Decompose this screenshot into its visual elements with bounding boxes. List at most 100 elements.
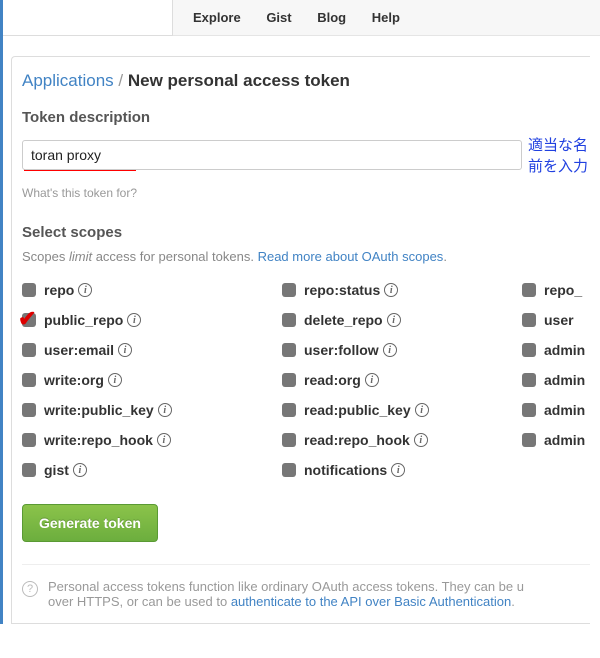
token-description-label: Token description (22, 109, 590, 126)
checkbox-col3[interactable] (522, 343, 536, 357)
checkbox-write-org[interactable] (22, 373, 36, 387)
token-description-hint: What's this token for? (22, 186, 590, 200)
select-scopes-label: Select scopes (22, 224, 590, 241)
checkbox-read-org[interactable] (282, 373, 296, 387)
scope-read-repo-hook: read:repo_hook i (282, 432, 522, 448)
info-icon[interactable]: i (414, 433, 428, 447)
scope-label: user:follow (304, 342, 379, 358)
footnote: ? Personal access tokens function like o… (22, 564, 590, 609)
oauth-scopes-link[interactable]: Read more about OAuth scopes (258, 249, 444, 264)
checkbox-user-email[interactable] (22, 343, 36, 357)
scope-label: user (544, 312, 574, 328)
token-description-input[interactable] (22, 140, 522, 170)
checkbox-col3[interactable] (522, 313, 536, 327)
info-icon[interactable]: i (391, 463, 405, 477)
annotation-note: 適当な名前を入力 (528, 134, 590, 176)
generate-token-button[interactable]: Generate token (22, 504, 158, 542)
checkbox-col3[interactable] (522, 433, 536, 447)
scopes-dot: . (443, 249, 447, 264)
scope-label: read:public_key (304, 402, 411, 418)
question-icon: ? (22, 581, 38, 597)
scope-label: repo:status (304, 282, 380, 298)
scope-repo-col3: repo_ (522, 282, 600, 298)
scope-label: admin (544, 432, 585, 448)
scope-label: delete_repo (304, 312, 383, 328)
scope-user-col3: user (522, 312, 600, 328)
info-icon[interactable]: i (383, 343, 397, 357)
info-icon[interactable]: i (415, 403, 429, 417)
footnote-text: over HTTPS, or can be used to (48, 594, 231, 609)
scope-write-public-key: write:public_key i (22, 402, 282, 418)
checkbox-notifications[interactable] (282, 463, 296, 477)
primary-nav: Explore Gist Blog Help (193, 10, 422, 25)
scopes-description: Scopes limit access for personal tokens.… (22, 249, 590, 264)
basic-auth-link[interactable]: authenticate to the API over Basic Authe… (231, 594, 511, 609)
checkbox-col3[interactable] (522, 373, 536, 387)
scope-label: write:public_key (44, 402, 154, 418)
info-icon[interactable]: i (78, 283, 92, 297)
checkbox-repo[interactable] (22, 283, 36, 297)
checkbox-col3[interactable] (522, 403, 536, 417)
scope-label: admin (544, 372, 585, 388)
breadcrumb-parent[interactable]: Applications (22, 71, 114, 90)
info-icon[interactable]: i (384, 283, 398, 297)
scope-admin-col3: admin (522, 372, 600, 388)
info-icon[interactable]: i (73, 463, 87, 477)
checkbox-write-repo-hook[interactable] (22, 433, 36, 447)
info-icon[interactable]: i (118, 343, 132, 357)
scope-label: write:repo_hook (44, 432, 153, 448)
checkbox-read-public-key[interactable] (282, 403, 296, 417)
info-icon[interactable]: i (127, 313, 141, 327)
scope-label: read:org (304, 372, 361, 388)
scope-label: repo_ (544, 282, 582, 298)
checkbox-public-repo[interactable] (22, 313, 36, 327)
scopes-desc-em: limit (69, 249, 92, 264)
scope-public-repo: ✔public_repoi (22, 312, 282, 328)
scope-delete-repo: delete_repo i (282, 312, 522, 328)
scope-write-org: write:orgi (22, 372, 282, 388)
scope-label: user:email (44, 342, 114, 358)
info-icon[interactable]: i (108, 373, 122, 387)
breadcrumb: Applications / New personal access token (22, 71, 590, 91)
scope-label: gist (44, 462, 69, 478)
scopes-desc-pre: Scopes (22, 249, 69, 264)
page-title: New personal access token (128, 71, 350, 90)
scope-repo-status: repo:status i (282, 282, 522, 298)
breadcrumb-sep: / (118, 71, 123, 90)
scope-repo: repoi (22, 282, 282, 298)
nav-help[interactable]: Help (372, 10, 400, 25)
nav-gist[interactable]: Gist (266, 10, 291, 25)
main-panel: Applications / New personal access token… (11, 56, 590, 624)
checkbox-repo-status[interactable] (282, 283, 296, 297)
scope-admin-col3: admin (522, 432, 600, 448)
scope-admin-col3: admin (522, 342, 600, 358)
scope-user-email: user:email i (22, 342, 282, 358)
top-bar: Explore Gist Blog Help (3, 0, 600, 36)
nav-explore[interactable]: Explore (193, 10, 241, 25)
info-icon[interactable]: i (158, 403, 172, 417)
checkbox-write-public-key[interactable] (22, 403, 36, 417)
footnote-text: Personal access tokens function like ord… (48, 579, 524, 594)
scope-label: public_repo (44, 312, 123, 328)
scopes-desc-post: access for personal tokens. (92, 249, 257, 264)
checkbox-read-repo-hook[interactable] (282, 433, 296, 447)
info-icon[interactable]: i (387, 313, 401, 327)
info-icon[interactable]: i (365, 373, 379, 387)
checkbox-user-follow[interactable] (282, 343, 296, 357)
checkbox-gist[interactable] (22, 463, 36, 477)
footnote-dot: . (511, 594, 515, 609)
scope-label: admin (544, 402, 585, 418)
checkbox-delete-repo[interactable] (282, 313, 296, 327)
scope-label: admin (544, 342, 585, 358)
search-input[interactable] (3, 0, 173, 36)
scope-label: notifications (304, 462, 387, 478)
scope-read-org: read:org i (282, 372, 522, 388)
scopes-grid: repoi repo:statusi repo_ ✔public_repoi d… (22, 282, 590, 478)
checkbox-col3[interactable] (522, 283, 536, 297)
nav-blog[interactable]: Blog (317, 10, 346, 25)
info-icon[interactable]: i (157, 433, 171, 447)
scope-write-repo-hook: write:repo_hook i (22, 432, 282, 448)
scope-user-follow: user:follow i (282, 342, 522, 358)
scope-admin-col3: admin (522, 402, 600, 418)
scope-label: read:repo_hook (304, 432, 410, 448)
